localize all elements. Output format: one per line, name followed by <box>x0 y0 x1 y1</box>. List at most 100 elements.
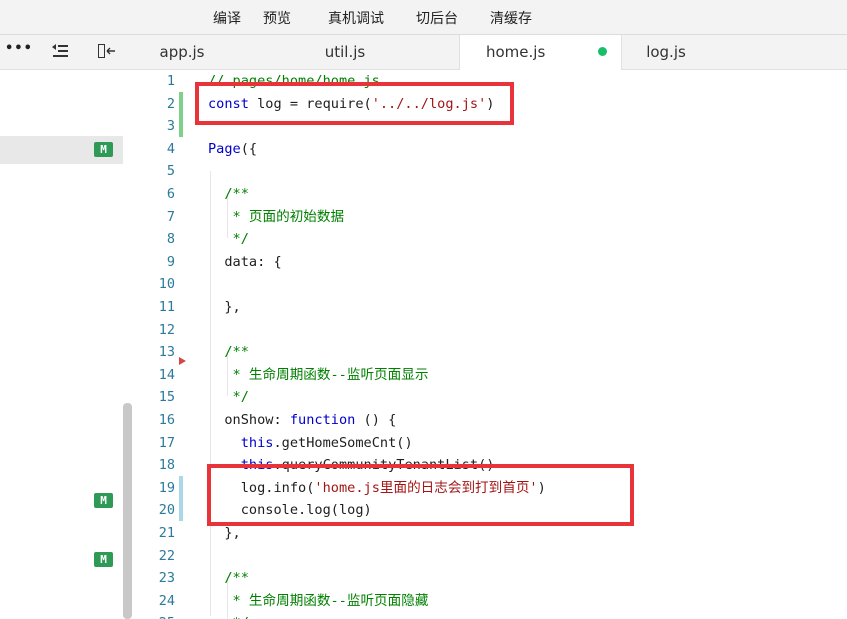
code-line[interactable]: 2 const log = require('../../log.js') <box>134 93 847 116</box>
code-line[interactable]: 25 */ <box>134 612 847 619</box>
code-line[interactable]: 11 }, <box>134 296 847 319</box>
tab-label: home.js <box>486 43 546 61</box>
code-line[interactable]: 9 data: { <box>134 251 847 274</box>
code-line[interactable]: 23 /** <box>134 567 847 590</box>
tab-log-js[interactable]: log.js <box>621 35 711 69</box>
line-number: 6 <box>166 186 175 202</box>
line-number: 18 <box>158 457 175 474</box>
code-text: // pages/home/home.js <box>208 73 380 89</box>
code-line[interactable]: 8 */ <box>134 228 847 251</box>
modified-badge: M <box>94 142 113 157</box>
file-row[interactable]: M <box>0 487 123 515</box>
line-number: 22 <box>158 547 175 564</box>
code-text: Page({ <box>208 140 258 157</box>
code-line[interactable]: 24 * 生命周期函数--监听页面隐藏 <box>134 590 847 613</box>
code-line[interactable]: 14 * 生命周期函数--监听页面显示 <box>134 364 847 387</box>
more-icon[interactable]: ••• <box>5 41 33 56</box>
code-text: * 生命周期函数--监听页面显示 <box>208 366 429 383</box>
code-line[interactable]: 18 this.queryCommunityTenantList() <box>134 454 847 477</box>
code-line[interactable]: 12 <box>134 319 847 342</box>
code-line[interactable]: 5 <box>134 160 847 183</box>
code-line[interactable]: 17 this.getHomeSomeCnt() <box>134 432 847 455</box>
code-line[interactable]: 10 <box>134 273 847 296</box>
background-button[interactable]: 切后台 <box>416 8 458 28</box>
code-line[interactable]: 1 // pages/home/home.js <box>134 70 847 93</box>
code-line[interactable]: 22 <box>134 545 847 568</box>
clear-cache-button[interactable]: 清缓存 <box>490 8 532 28</box>
tab-label: app.js <box>159 43 205 61</box>
code-text: /** <box>208 344 249 361</box>
top-toolbar: 编译 预览 真机调试 切后台 清缓存 <box>0 0 847 35</box>
code-text: log.info('home.js里面的日志会到打到首页') <box>208 479 546 496</box>
line-number: 15 <box>158 389 175 406</box>
line-number: 12 <box>158 321 175 338</box>
code-text: }, <box>208 299 241 315</box>
line-number: 5 <box>166 163 175 180</box>
compile-button[interactable]: 编译 <box>213 8 241 28</box>
code-line[interactable]: 7 * 页面的初始数据 <box>134 206 847 229</box>
tab-label: util.js <box>324 43 366 61</box>
line-number: 17 <box>158 434 175 451</box>
tab-app-js[interactable]: app.js <box>133 35 231 69</box>
split-icon[interactable] <box>98 44 116 62</box>
file-row[interactable]: M <box>0 546 123 574</box>
code-text: */ <box>208 231 249 248</box>
line-number: 19 <box>158 479 175 496</box>
tab-util-js[interactable]: util.js <box>231 35 459 69</box>
code-text: this.queryCommunityTenantList() <box>240 457 495 474</box>
added-lines-marker <box>179 92 183 137</box>
line-number: 21 <box>158 525 175 541</box>
sidebar-scrollbar[interactable] <box>123 403 132 619</box>
code-line[interactable]: 19 log.info('home.js里面的日志会到打到首页') <box>134 477 847 500</box>
code-line[interactable]: 4 Page({ <box>134 138 847 161</box>
code-line[interactable]: 21 }, <box>134 522 847 545</box>
code-text: * 页面的初始数据 <box>208 208 345 225</box>
code-text: const log = require('../../log.js') <box>208 95 495 112</box>
line-number: 20 <box>158 502 175 519</box>
code-text: */ <box>208 612 249 619</box>
fold-arrow-icon[interactable] <box>179 357 186 365</box>
preview-button[interactable]: 预览 <box>263 8 291 28</box>
code-line[interactable]: 13 /** <box>134 341 847 364</box>
outline-icon[interactable] <box>52 44 68 62</box>
line-number: 14 <box>158 366 175 383</box>
line-number: 8 <box>166 231 175 248</box>
code-text: this.getHomeSomeCnt() <box>240 434 413 451</box>
line-number: 23 <box>158 570 175 587</box>
code-line[interactable]: 15 */ <box>134 386 847 409</box>
code-text: * 生命周期函数--监听页面隐藏 <box>208 592 429 609</box>
code-line[interactable]: 3 <box>134 115 847 138</box>
line-number: 11 <box>158 299 175 315</box>
line-number: 16 <box>158 412 175 428</box>
line-number: 1 <box>166 73 175 89</box>
line-number: 7 <box>166 208 175 225</box>
file-explorer: M M M <box>0 70 133 619</box>
line-number: 24 <box>158 592 175 609</box>
code-text: onShow: function () { <box>208 412 397 428</box>
code-line[interactable]: 20 console.log(log) <box>134 499 847 522</box>
line-number: 25 <box>134 612 175 619</box>
remote-debug-button[interactable]: 真机调试 <box>328 8 384 28</box>
line-number: 4 <box>166 140 175 157</box>
code-editor[interactable]: 1 // pages/home/home.js 2 const log = requi… <box>134 70 847 619</box>
code-text: /** <box>208 186 249 202</box>
line-number: 9 <box>166 253 175 270</box>
line-number: 2 <box>166 95 175 112</box>
line-number: 3 <box>166 118 175 135</box>
code-text: /** <box>208 570 249 587</box>
code-line[interactable]: 6 /** <box>134 183 847 206</box>
line-number: 13 <box>158 344 175 361</box>
code-line[interactable]: 16 onShow: function () { <box>134 409 847 432</box>
code-text: data: { <box>208 253 282 270</box>
modified-badge: M <box>94 493 113 508</box>
tab-label: log.js <box>646 43 686 61</box>
modified-lines-marker <box>179 476 183 521</box>
modified-badge: M <box>94 552 113 567</box>
tab-home-js[interactable]: home.js <box>459 35 622 70</box>
line-number: 10 <box>158 276 175 293</box>
unsaved-dot-icon <box>598 47 607 56</box>
code-text: */ <box>208 389 249 406</box>
code-text: }, <box>208 525 241 541</box>
editor-tab-bar: ••• app.js util.js home.js log.js <box>0 35 847 70</box>
file-row[interactable]: M <box>0 136 123 164</box>
